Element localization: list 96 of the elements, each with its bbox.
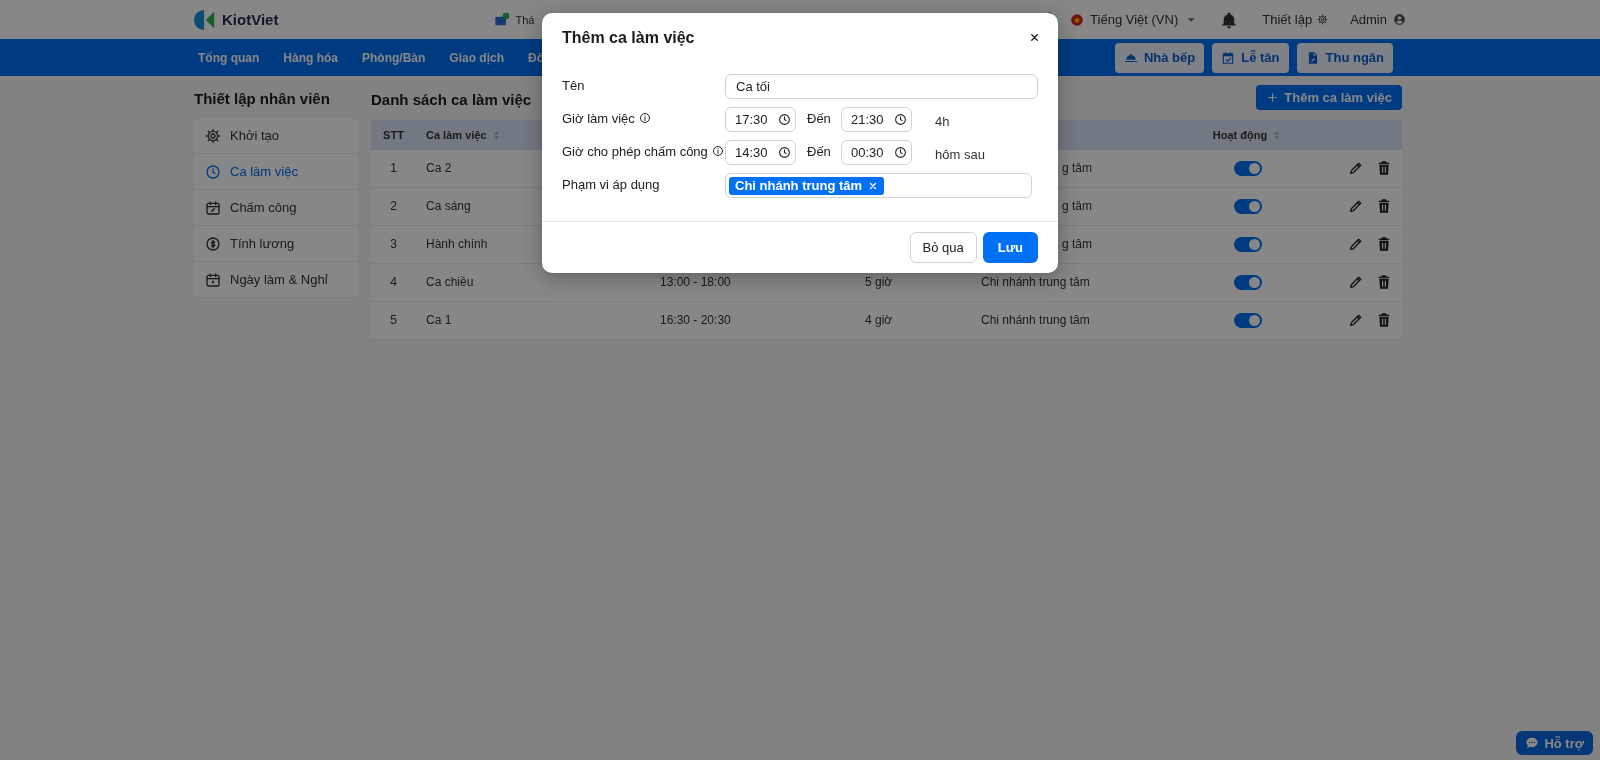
table-cell: 4 giờ [865,313,893,327]
nav-button[interactable]: Thu ngân [1296,42,1393,73]
clock-icon [894,146,907,159]
delete-icon [1376,312,1392,328]
delete-icon [1376,274,1392,290]
table-cell: g tâm [1062,237,1092,251]
time-field[interactable]: 17:30 [725,107,796,132]
table-cell: 13:00 - 18:00 [660,275,731,289]
nav-button[interactable]: Lễ tân [1212,42,1289,73]
calendar-check-icon [1221,50,1236,65]
nav-item[interactable]: Giao dịch [449,50,504,65]
column-header[interactable]: Hoạt động [1212,129,1268,141]
table-cell: g tâm [1062,199,1092,213]
table-cell: 4 [390,275,397,289]
table-cell: 2 [390,199,397,213]
flag-icon [1070,12,1085,27]
edit-icon [1348,312,1364,328]
save-button[interactable]: Lưu [982,232,1038,263]
clock-icon [778,146,791,159]
sidebar-item[interactable]: Khởi tạo [194,118,358,154]
table-cell: g tâm [1062,161,1092,175]
column-header[interactable]: Ca làm việc [426,129,487,141]
toggle-switch[interactable] [1233,160,1262,176]
column-header: STT [383,129,404,141]
table-cell: Chi nhánh trung tâm [981,275,1090,289]
calendar-icon [205,271,221,288]
settings-link[interactable]: Thiết lập [1262,12,1313,27]
plus-icon [1266,91,1280,104]
table-cell: Ca 2 [426,161,452,175]
sidebar-item[interactable]: Tính lương [194,226,358,262]
calendar-icon [205,199,221,216]
sidebar-item[interactable]: Ngày làm & Nghỉ [194,262,358,298]
user-icon [1393,13,1406,26]
table-cell: Ca sáng [426,199,471,213]
chat-icon [1525,736,1540,750]
nav-item[interactable]: Phòng/Bàn [362,50,426,65]
table-cell: 1 [390,161,397,175]
sidebar-item[interactable]: Chấm công [194,190,358,226]
duration-note: 4h [935,113,950,129]
table-cell: 16:30 - 20:30 [660,313,731,327]
dollar-icon [205,235,221,252]
page-title: Danh sách ca làm việc [371,91,532,108]
table-cell: Hành chính [426,237,488,251]
bell-icon [1220,10,1239,29]
toggle-switch[interactable] [1233,274,1262,290]
gear-icon [205,127,221,144]
cancel-button[interactable]: Bỏ qua [909,232,977,263]
table-cell: 3 [390,237,397,251]
edit-icon [1348,160,1364,176]
time-field[interactable]: 14:30 [725,140,796,165]
field-label: Đến [807,143,832,159]
nav-item[interactable]: Tổng quan [198,50,260,65]
field-label: Giờ làm việc [562,110,635,126]
edit-icon [1348,198,1364,214]
delete-icon [1376,160,1392,176]
tag-field[interactable]: Chi nhánh trung tâm [725,173,1032,198]
badge-icon [494,11,511,28]
field-label: Tên [562,77,585,93]
remove-icon [868,180,879,191]
toggle-switch[interactable] [1233,312,1262,328]
dialog-title: Thêm ca làm việc [562,28,695,47]
duration-note: hôm sau [935,146,985,162]
logo-icon [194,8,216,31]
table-cell: Ca 1 [426,313,452,327]
clock-icon [205,163,221,180]
time-field[interactable]: 21:30 [841,107,912,132]
sidebar-title: Thiết lập nhân viên [194,90,331,109]
gear-icon [1317,14,1329,25]
tag-chip[interactable]: Chi nhánh trung tâm [729,176,885,195]
table-cell: 5 giờ [865,275,893,289]
field-label: Giờ cho phép chấm công [562,143,708,159]
nav-button[interactable]: Nhà bếp [1114,42,1205,73]
nav-item[interactable]: Hàng hóa [283,50,338,65]
close-icon[interactable] [1029,32,1040,43]
clock-icon [778,113,791,126]
sidebar-item[interactable]: Ca làm việc [194,154,358,190]
brand-name: KiotViet [222,11,279,28]
edit-icon [1348,274,1364,290]
help-button[interactable]: Hỗ trợ [1516,731,1593,755]
table-cell: Ca chiều [426,275,474,289]
language-selector[interactable]: Tiếng Việt (VN) [1090,12,1179,27]
toggle-switch[interactable] [1233,198,1262,214]
header-link[interactable]: Thá [515,13,535,26]
time-field[interactable]: 00:30 [841,140,912,165]
name-field[interactable]: Ca tối [725,74,1038,99]
toggle-switch[interactable] [1233,236,1262,252]
table-cell: Chi nhánh trung tâm [981,313,1090,327]
add-shift-button[interactable]: Thêm ca làm việc [1256,85,1402,110]
field-label: Phạm vi áp dụng [562,176,660,192]
field-label: Đến [807,110,832,126]
delete-icon [1376,236,1392,252]
edit-icon [1348,236,1364,252]
clock-icon [894,113,907,126]
table-cell: 5 [390,313,397,327]
delete-icon [1376,198,1392,214]
user-name[interactable]: Admin [1350,12,1387,27]
